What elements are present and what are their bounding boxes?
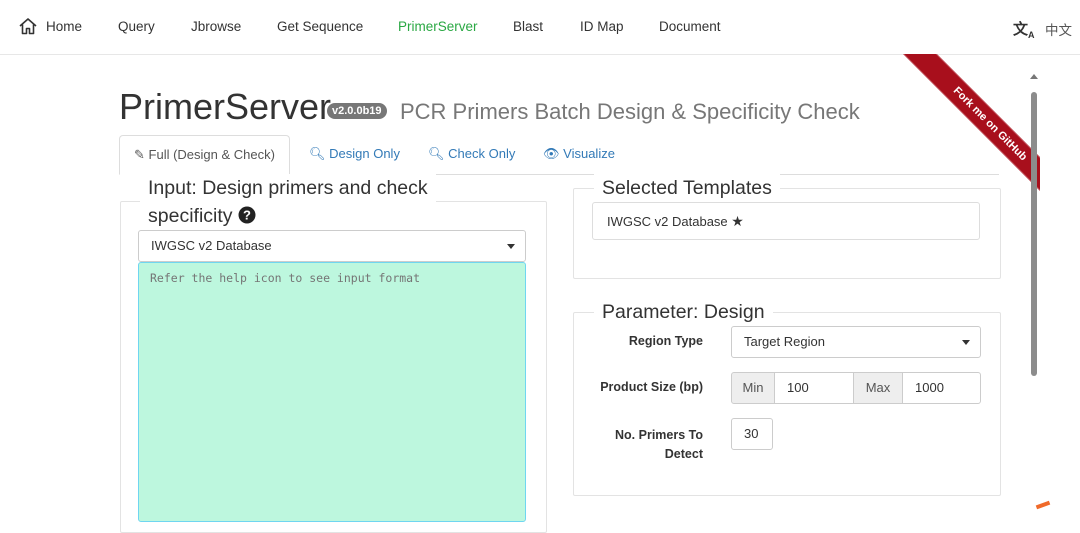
input-legend-line2: specificity — [148, 205, 233, 227]
github-ribbon-label[interactable]: Fork me on GitHub — [900, 54, 1040, 204]
tab-label: Design Only — [329, 146, 400, 161]
tab-label: Full (Design & Check) — [148, 147, 275, 162]
github-ribbon[interactable]: Fork me on GitHub — [880, 54, 1040, 204]
tab-label: Check Only — [448, 146, 516, 161]
tab-visualize[interactable]: 👁︎ Visualize — [543, 135, 615, 173]
nav-home-link[interactable]: Home — [46, 19, 82, 34]
page-scrollbar[interactable] — [1025, 72, 1043, 510]
sequence-input-textarea[interactable] — [138, 262, 526, 522]
tab-label: Visualize — [563, 146, 615, 161]
chevron-down-icon — [507, 244, 515, 249]
database-select[interactable]: IWGSC v2 Database — [138, 230, 526, 262]
product-size-max-input[interactable]: 1000 — [902, 372, 981, 404]
nav-id-map-link[interactable]: ID Map — [580, 19, 624, 34]
chevron-down-icon — [962, 340, 970, 345]
nav-blast-link[interactable]: Blast — [513, 19, 543, 34]
eye-icon: 👁︎ — [543, 146, 560, 161]
max-addon: Max — [853, 372, 903, 404]
tab-design-only[interactable]: 🔍︎ Design Only — [309, 135, 400, 173]
page-subtitle: PCR Primers Batch Design & Specificity C… — [400, 99, 860, 124]
version-badge: v2.0.0b19 — [327, 103, 387, 119]
page-title: PrimerServer — [119, 86, 332, 127]
question-circle-icon[interactable]: ? — [238, 206, 256, 224]
search-icon: 🔍︎ — [309, 146, 326, 161]
tab-full-design-check[interactable]: ✎ Full (Design & Check) — [119, 135, 290, 175]
num-primers-label-line2: Detect — [664, 447, 703, 461]
database-select-value: IWGSC v2 Database — [151, 238, 272, 253]
nav-get-sequence-link[interactable]: Get Sequence — [277, 19, 363, 34]
scroll-up-arrow-icon[interactable] — [1030, 74, 1038, 79]
product-size-min-input[interactable]: 100 — [774, 372, 854, 404]
selected-template-item[interactable]: IWGSC v2 Database ★ — [592, 202, 980, 240]
edit-icon: ✎ — [134, 147, 145, 162]
min-addon: Min — [731, 372, 775, 404]
region-type-label: Region Type — [628, 334, 703, 348]
svg-text:?: ? — [243, 208, 251, 223]
num-primers-input[interactable]: 30 — [731, 418, 773, 450]
design-parameters-legend: Parameter: Design — [594, 298, 773, 326]
translate-icon[interactable]: 文A — [1013, 18, 1035, 40]
language-switch[interactable]: 中文 — [1045, 19, 1072, 39]
region-type-value: Target Region — [744, 334, 825, 349]
top-navbar: Home Query Jbrowse Get Sequence PrimerSe… — [0, 0, 1080, 55]
star-icon: ★ — [731, 213, 744, 229]
mode-tabs: ✎ Full (Design & Check) 🔍︎ Design Only 🔍… — [119, 135, 999, 175]
nav-primerserver-link[interactable]: PrimerServer — [398, 19, 478, 34]
scrollbar-thumb[interactable] — [1031, 92, 1037, 376]
num-primers-label-line1: No. Primers To — [615, 428, 703, 442]
templates-legend: Selected Templates — [594, 174, 780, 202]
nav-query-link[interactable]: Query — [118, 19, 155, 34]
nav-jbrowse-link[interactable]: Jbrowse — [191, 19, 241, 34]
product-size-label: Product Size (bp) — [600, 380, 703, 394]
home-icon[interactable] — [18, 17, 38, 35]
num-primers-label: No. Primers To Detect — [573, 426, 703, 464]
search-icon: 🔍︎ — [428, 146, 445, 161]
region-type-select[interactable]: Target Region — [731, 326, 981, 358]
selected-template-label: IWGSC v2 Database — [607, 214, 728, 229]
nav-document-link[interactable]: Document — [659, 19, 721, 34]
tab-check-only[interactable]: 🔍︎ Check Only — [428, 135, 515, 173]
input-legend: Input: Design primers and check specific… — [140, 174, 436, 230]
input-legend-line1: Input: Design primers and check — [148, 177, 428, 199]
